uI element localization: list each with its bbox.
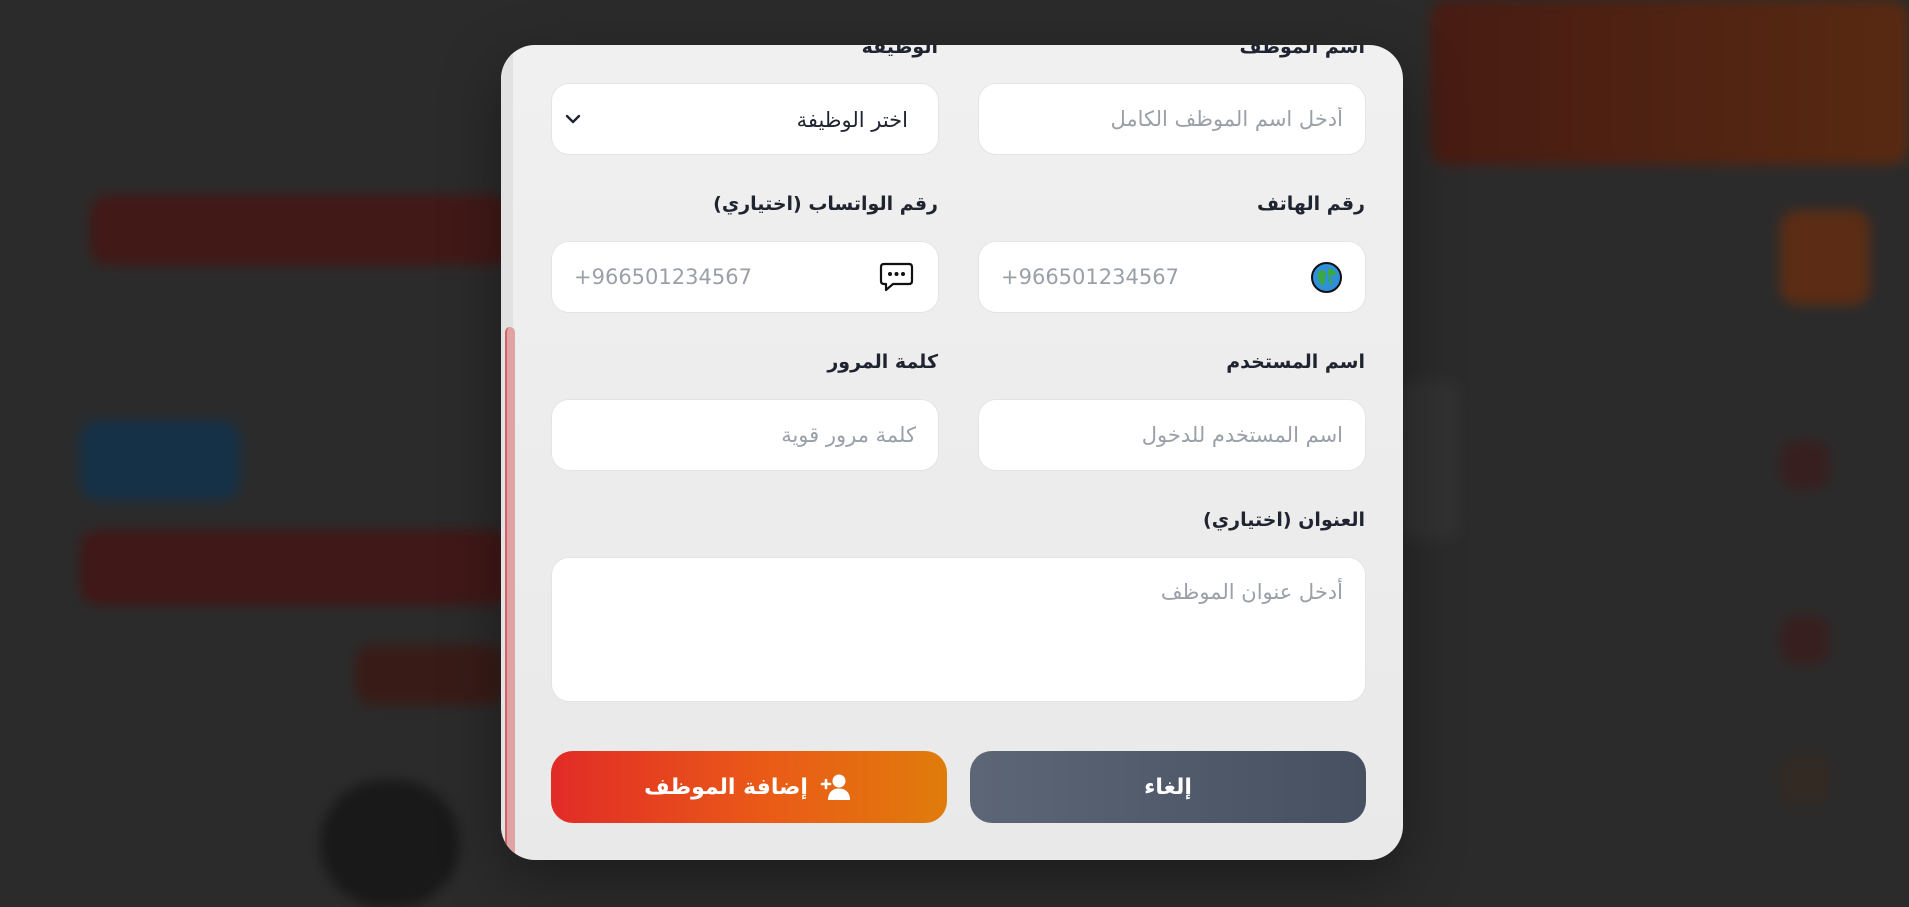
phone-input[interactable] (979, 242, 1365, 312)
add-employee-modal: اسم الموظف الوظيفة اختر الوظيفة رقم الها… (501, 45, 1403, 860)
password-input[interactable] (552, 400, 938, 470)
scrollbar-track[interactable] (501, 45, 515, 860)
add-employee-button[interactable]: إضافة الموظف (551, 751, 947, 823)
cancel-button[interactable]: إلغاء (970, 751, 1366, 823)
phone-field[interactable] (978, 241, 1366, 313)
job-label: الوظيفة (861, 45, 938, 58)
username-field[interactable] (978, 399, 1366, 471)
employee-name-label: اسم الموظف (1239, 45, 1365, 58)
job-select[interactable]: اختر الوظيفة (551, 83, 939, 155)
whatsapp-label: رقم الواتساب (اختياري) (713, 193, 938, 215)
add-employee-button-label: إضافة الموظف (644, 774, 808, 800)
cancel-button-label: إلغاء (1144, 774, 1192, 800)
address-textarea[interactable] (552, 558, 1365, 701)
password-label: كلمة المرور (827, 351, 938, 373)
phone-label: رقم الهاتف (1257, 193, 1365, 215)
globe-icon (1311, 262, 1342, 293)
user-plus-icon (820, 774, 850, 800)
address-label: العنوان (اختياري) (1203, 509, 1365, 531)
username-label: اسم المستخدم (1226, 351, 1365, 373)
scrollbar-thumb[interactable] (505, 327, 515, 857)
chat-icon (879, 262, 914, 292)
whatsapp-field[interactable] (551, 241, 939, 313)
chevron-down-icon (565, 114, 581, 124)
address-field[interactable] (551, 557, 1366, 702)
username-input[interactable] (979, 400, 1365, 470)
employee-name-field[interactable] (978, 83, 1366, 155)
job-select-value: اختر الوظيفة (796, 108, 908, 132)
password-field[interactable] (551, 399, 939, 471)
employee-name-input[interactable] (979, 84, 1365, 154)
